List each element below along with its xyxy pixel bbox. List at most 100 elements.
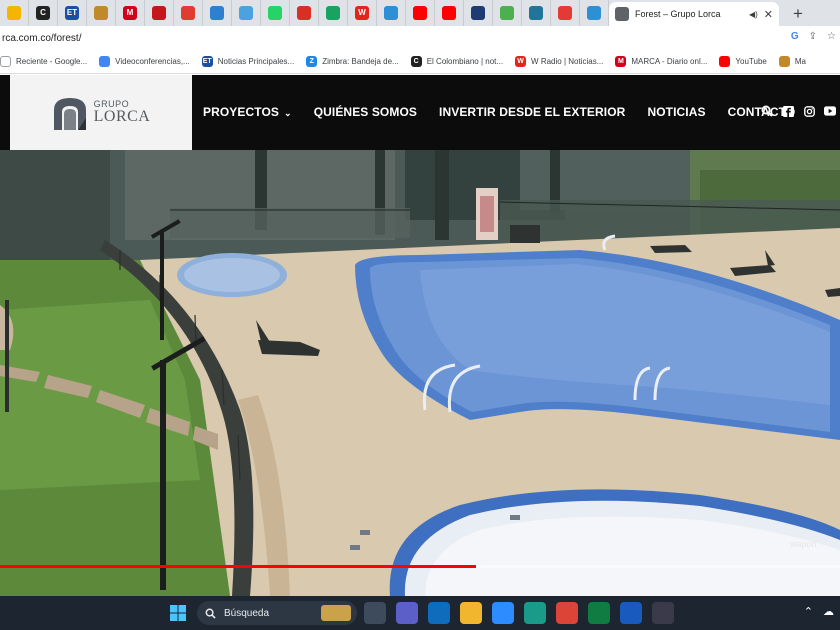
teams-chat-icon[interactable]	[396, 602, 418, 624]
media-player-icon[interactable]	[652, 602, 674, 624]
site-header: GRUPO LORCA PROYECTOS ⌄ QUIÉNES SOMOS INVER…	[0, 75, 840, 150]
pinned-tab[interactable]	[580, 0, 609, 26]
pinned-tabs: C ET M W	[0, 0, 609, 26]
tab-favicon-4	[94, 6, 108, 20]
grupo-lorca-logo[interactable]: GRUPO LORCA	[10, 75, 192, 150]
tab-favicon-19	[529, 6, 543, 20]
bookmark-item[interactable]: ET Noticias Principales...	[201, 56, 295, 67]
pinned-tab[interactable]	[377, 0, 406, 26]
search-icon[interactable]	[761, 105, 773, 117]
taskbar-search[interactable]: Búsqueda	[197, 601, 357, 625]
close-tab-icon[interactable]: ✕	[764, 8, 773, 21]
bookmark-label: W Radio | Noticias...	[531, 57, 604, 66]
tab-favicon-8	[210, 6, 224, 20]
bookmark-item[interactable]: W W Radio | Noticias...	[515, 56, 603, 67]
excel-icon[interactable]	[588, 602, 610, 624]
pinned-tab[interactable]	[0, 0, 29, 26]
weather-icon[interactable]: ☁	[823, 605, 834, 618]
pinned-tab[interactable]	[435, 0, 464, 26]
bookmark-favicon	[99, 56, 111, 67]
instagram-icon[interactable]	[803, 105, 815, 117]
bookmark-item[interactable]: Ma	[778, 56, 806, 67]
active-tab[interactable]: Forest – Grupo Lorca ◀) ✕	[609, 2, 779, 26]
bookmark-item[interactable]: Reciente - Google...	[0, 56, 87, 67]
bookmark-label: Noticias Principales...	[217, 57, 295, 66]
nav-item[interactable]: INVERTIR DESDE EL EXTERIOR	[439, 105, 625, 119]
system-tray: ⌃ ☁	[804, 605, 834, 618]
nav-item-label: QUIÉNES SOMOS	[313, 105, 418, 119]
nav-item-label: NOTICIAS	[647, 105, 706, 119]
pinned-tab[interactable]: ET	[58, 0, 87, 26]
nav-item-label: PROYECTOS	[203, 105, 280, 119]
bookmark-item[interactable]: Z Zimbra: Bandeja de...	[306, 56, 399, 67]
tab-favicon-18	[500, 6, 514, 20]
bookmark-label: MARCA - Diario onl...	[631, 57, 708, 66]
pinned-tab[interactable]	[464, 0, 493, 26]
tab-favicon-7	[181, 6, 195, 20]
tray-chevron-icon[interactable]: ⌃	[804, 605, 813, 618]
hero-video[interactable]: wapon	[0, 150, 840, 596]
windows-start-icon[interactable]	[170, 605, 186, 621]
bookmark-label: Reciente - Google...	[16, 57, 88, 66]
bookmark-item[interactable]: M MARCA - Diario onl...	[615, 56, 707, 67]
chevron-down-icon: ⌄	[284, 108, 292, 118]
pinned-tab[interactable]	[522, 0, 551, 26]
pinned-tab[interactable]	[232, 0, 261, 26]
video-watermark: wapon	[789, 539, 817, 549]
chrome-icon[interactable]	[556, 602, 578, 624]
bookmark-favicon: C	[410, 56, 422, 67]
youtube-icon[interactable]	[824, 105, 836, 117]
pinned-tab[interactable]	[406, 0, 435, 26]
pinned-tab[interactable]	[174, 0, 203, 26]
bookmark-star-icon[interactable]: ☆	[827, 31, 836, 42]
share-icon[interactable]: ⇪	[809, 31, 817, 42]
pinned-tab[interactable]	[493, 0, 522, 26]
pinned-tab[interactable]	[145, 0, 174, 26]
pinned-tab[interactable]	[261, 0, 290, 26]
nav-item-label: INVERTIR DESDE EL EXTERIOR	[439, 105, 626, 119]
pinned-tab[interactable]: C	[29, 0, 58, 26]
address-bar[interactable]: rca.com.co/forest/ G ⇪ ☆	[0, 26, 840, 50]
google-lens-icon[interactable]: G	[791, 31, 799, 42]
nav-item[interactable]: NOTICIAS	[647, 105, 705, 119]
taskbar-apps	[364, 602, 674, 624]
tab-favicon-3: ET	[65, 6, 79, 20]
pinned-tab[interactable]	[203, 0, 232, 26]
nav-item[interactable]: QUIÉNES SOMOS	[314, 105, 417, 119]
tab-favicon-16	[442, 6, 456, 20]
speaker-icon[interactable]: ◀)	[749, 10, 758, 19]
tab-favicon-20	[558, 6, 572, 20]
pinned-tab[interactable]	[290, 0, 319, 26]
bookmark-favicon: Z	[306, 56, 318, 67]
bookmark-item[interactable]: Videoconferencias,...	[99, 56, 190, 67]
file-explorer-icon[interactable]	[460, 602, 482, 624]
bookmark-label: Ma	[794, 57, 806, 66]
bookmark-item[interactable]: C El Colombiano | not...	[410, 56, 503, 67]
pinned-tab[interactable]	[319, 0, 348, 26]
search-highlight-icon	[321, 605, 351, 621]
bookmark-favicon	[0, 56, 11, 67]
bookmark-favicon: M	[615, 56, 627, 67]
zoom-icon[interactable]	[492, 602, 514, 624]
word-icon[interactable]	[620, 602, 642, 624]
outlook-icon[interactable]	[428, 602, 450, 624]
taskview-icon[interactable]	[364, 602, 386, 624]
bookmarks-bar: Reciente - Google... Videoconferencias,..…	[0, 50, 840, 74]
video-progress-bar[interactable]	[0, 565, 840, 568]
tab-favicon-1	[7, 6, 21, 20]
pinned-tab[interactable]: M	[116, 0, 145, 26]
logo-text-big: LORCA	[93, 108, 151, 125]
facebook-icon[interactable]	[782, 105, 794, 117]
pinned-tab[interactable]: W	[348, 0, 377, 26]
bookmark-item[interactable]: YouTube	[719, 56, 767, 67]
pinned-tab[interactable]	[87, 0, 116, 26]
pinned-tab[interactable]	[551, 0, 580, 26]
bookmark-label: Videoconferencias,...	[115, 57, 190, 66]
logo-text: GRUPO LORCA	[94, 100, 151, 125]
tab-favicon-13: W	[355, 6, 369, 20]
new-tab-button[interactable]: +	[793, 5, 803, 22]
tab-favicon-5: M	[123, 6, 137, 20]
edge-icon[interactable]	[524, 602, 546, 624]
browser-tab-strip: C ET M W Forest – Grupo Lorca ◀) ✕ +	[0, 0, 840, 26]
nav-item[interactable]: PROYECTOS ⌄	[203, 105, 292, 119]
